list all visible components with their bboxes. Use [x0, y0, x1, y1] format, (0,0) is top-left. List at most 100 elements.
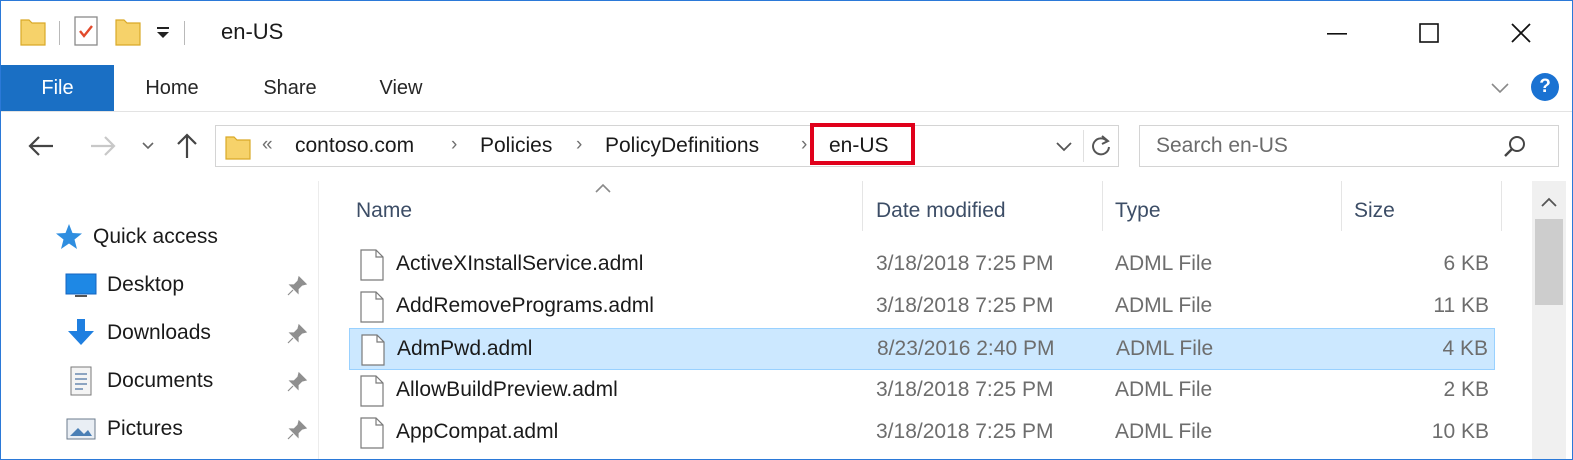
address-bar[interactable]: « contoso.com › Policies › PolicyDefinit…	[215, 123, 1119, 167]
recent-marker[interactable]: «	[262, 134, 273, 156]
file-icon	[360, 334, 386, 371]
column-divider[interactable]	[1341, 181, 1342, 231]
highlight-box	[810, 123, 915, 165]
sidebar-item-label: Downloads	[107, 321, 211, 344]
file-rows: ActiveXInstallService.adml 3/18/2018 7:2…	[349, 244, 1495, 454]
sidebar-item-desktop[interactable]: Desktop	[65, 265, 184, 305]
column-header-name[interactable]: Name	[356, 191, 856, 231]
customize-toolbar-icon[interactable]	[154, 21, 172, 46]
chevron-down-icon	[1491, 83, 1509, 94]
desktop-icon	[65, 269, 97, 301]
breadcrumb-separator[interactable]: ›	[801, 134, 807, 156]
forward-button[interactable]	[85, 128, 121, 164]
file-list: Name Date modified Type Size ActiveXInst…	[321, 181, 1531, 459]
file-date: 3/18/2018 7:25 PM	[876, 420, 1054, 443]
sidebar-item-quick-access[interactable]: Quick access	[53, 217, 218, 257]
tab-share[interactable]: Share	[246, 65, 334, 111]
column-divider[interactable]	[862, 181, 863, 231]
table-row[interactable]: AllowBuildPreview.adml 3/18/2018 7:25 PM…	[349, 370, 1495, 412]
tab-home[interactable]: Home	[126, 65, 218, 111]
column-header-date[interactable]: Date modified	[876, 191, 1096, 231]
file-icon	[359, 249, 385, 286]
breadcrumb-policydefinitions[interactable]: PolicyDefinitions	[605, 134, 759, 158]
quick-access-toolbar	[19, 15, 197, 51]
file-size: 11 KB	[1433, 294, 1489, 317]
properties-icon[interactable]	[72, 14, 100, 53]
sidebar-item-label: Documents	[107, 369, 214, 392]
table-row[interactable]: AppCompat.adml 3/18/2018 7:25 PM ADML Fi…	[349, 412, 1495, 454]
navigation-bar: « contoso.com › Policies › PolicyDefinit…	[1, 111, 1572, 181]
file-date: 8/23/2016 2:40 PM	[877, 337, 1055, 360]
documents-icon	[65, 365, 97, 397]
table-row[interactable]: ActiveXInstallService.adml 3/18/2018 7:2…	[349, 244, 1495, 286]
file-explorer-window: en-US File Home Share View ? « contoso.c…	[0, 0, 1573, 460]
recent-locations-button[interactable]	[137, 128, 159, 164]
file-name: AddRemovePrograms.adml	[396, 294, 654, 317]
table-row-selected[interactable]: AdmPwd.adml 8/23/2016 2:40 PM ADML File …	[349, 328, 1495, 370]
file-date: 3/18/2018 7:25 PM	[876, 252, 1054, 275]
help-icon[interactable]: ?	[1531, 73, 1559, 101]
column-divider[interactable]	[1501, 181, 1502, 231]
vertical-scrollbar[interactable]	[1532, 181, 1566, 459]
new-folder-icon[interactable]	[114, 14, 142, 53]
file-type: ADML File	[1115, 294, 1213, 317]
table-row[interactable]: AddRemovePrograms.adml 3/18/2018 7:25 PM…	[349, 286, 1495, 328]
arrow-right-icon	[91, 136, 116, 156]
file-date: 3/18/2018 7:25 PM	[876, 294, 1054, 317]
downloads-icon	[65, 317, 97, 349]
up-button[interactable]	[169, 128, 205, 164]
column-header-size[interactable]: Size	[1354, 191, 1494, 231]
pin-icon[interactable]	[286, 323, 308, 345]
search-box[interactable]	[1139, 125, 1559, 167]
toolbar-divider	[184, 21, 185, 45]
minimize-button[interactable]	[1291, 1, 1383, 65]
address-dropdown-button[interactable]	[1054, 135, 1074, 162]
tab-view[interactable]: View	[363, 65, 439, 111]
pin-icon[interactable]	[286, 371, 308, 393]
window-title: en-US	[221, 19, 284, 44]
address-divider	[1083, 130, 1084, 162]
minimize-icon	[1327, 33, 1347, 35]
file-name: ActiveXInstallService.adml	[396, 252, 644, 275]
navigation-pane: Quick access Desktop Downloads Documents…	[1, 181, 319, 459]
breadcrumb-separator[interactable]: ›	[576, 134, 582, 156]
toolbar-divider	[59, 21, 60, 45]
pin-icon[interactable]	[286, 419, 308, 441]
sidebar-item-documents[interactable]: Documents	[65, 361, 213, 401]
file-name: AdmPwd.adml	[397, 337, 533, 360]
back-button[interactable]	[23, 128, 59, 164]
tab-file[interactable]: File	[1, 65, 114, 111]
search-input[interactable]	[1156, 132, 1496, 160]
chevron-down-icon	[142, 142, 154, 150]
pictures-icon	[65, 413, 97, 445]
breadcrumb-policies[interactable]: Policies	[480, 134, 552, 158]
file-date: 3/18/2018 7:25 PM	[876, 378, 1054, 401]
scroll-up-button[interactable]	[1532, 187, 1566, 217]
refresh-icon	[1092, 135, 1110, 156]
folder-icon	[225, 134, 251, 165]
scrollbar-thumb[interactable]	[1535, 219, 1563, 305]
expand-ribbon-button[interactable]	[1487, 75, 1513, 101]
sidebar-item-pictures[interactable]: Pictures	[65, 409, 183, 449]
folder-icon[interactable]	[19, 14, 47, 53]
search-icon[interactable]	[1502, 134, 1528, 165]
file-name: AllowBuildPreview.adml	[396, 378, 618, 401]
file-icon	[359, 417, 385, 454]
title-bar: en-US	[1, 1, 1572, 65]
chevron-down-icon	[1056, 142, 1072, 152]
close-button[interactable]	[1475, 1, 1567, 65]
file-size: 10 KB	[1431, 420, 1489, 443]
breadcrumb-separator[interactable]: ›	[451, 134, 457, 156]
star-icon	[53, 221, 85, 253]
breadcrumb-contoso[interactable]: contoso.com	[295, 134, 414, 158]
pin-icon[interactable]	[286, 275, 308, 297]
column-divider[interactable]	[1102, 181, 1103, 231]
column-header-type[interactable]: Type	[1115, 191, 1335, 231]
maximize-button[interactable]	[1383, 1, 1475, 65]
maximize-icon	[1419, 23, 1439, 43]
file-size: 4 KB	[1442, 337, 1488, 360]
sidebar-item-downloads[interactable]: Downloads	[65, 313, 211, 353]
chevron-up-icon	[1541, 197, 1557, 207]
sidebar-item-label: Desktop	[107, 273, 185, 296]
refresh-button[interactable]	[1088, 133, 1114, 164]
